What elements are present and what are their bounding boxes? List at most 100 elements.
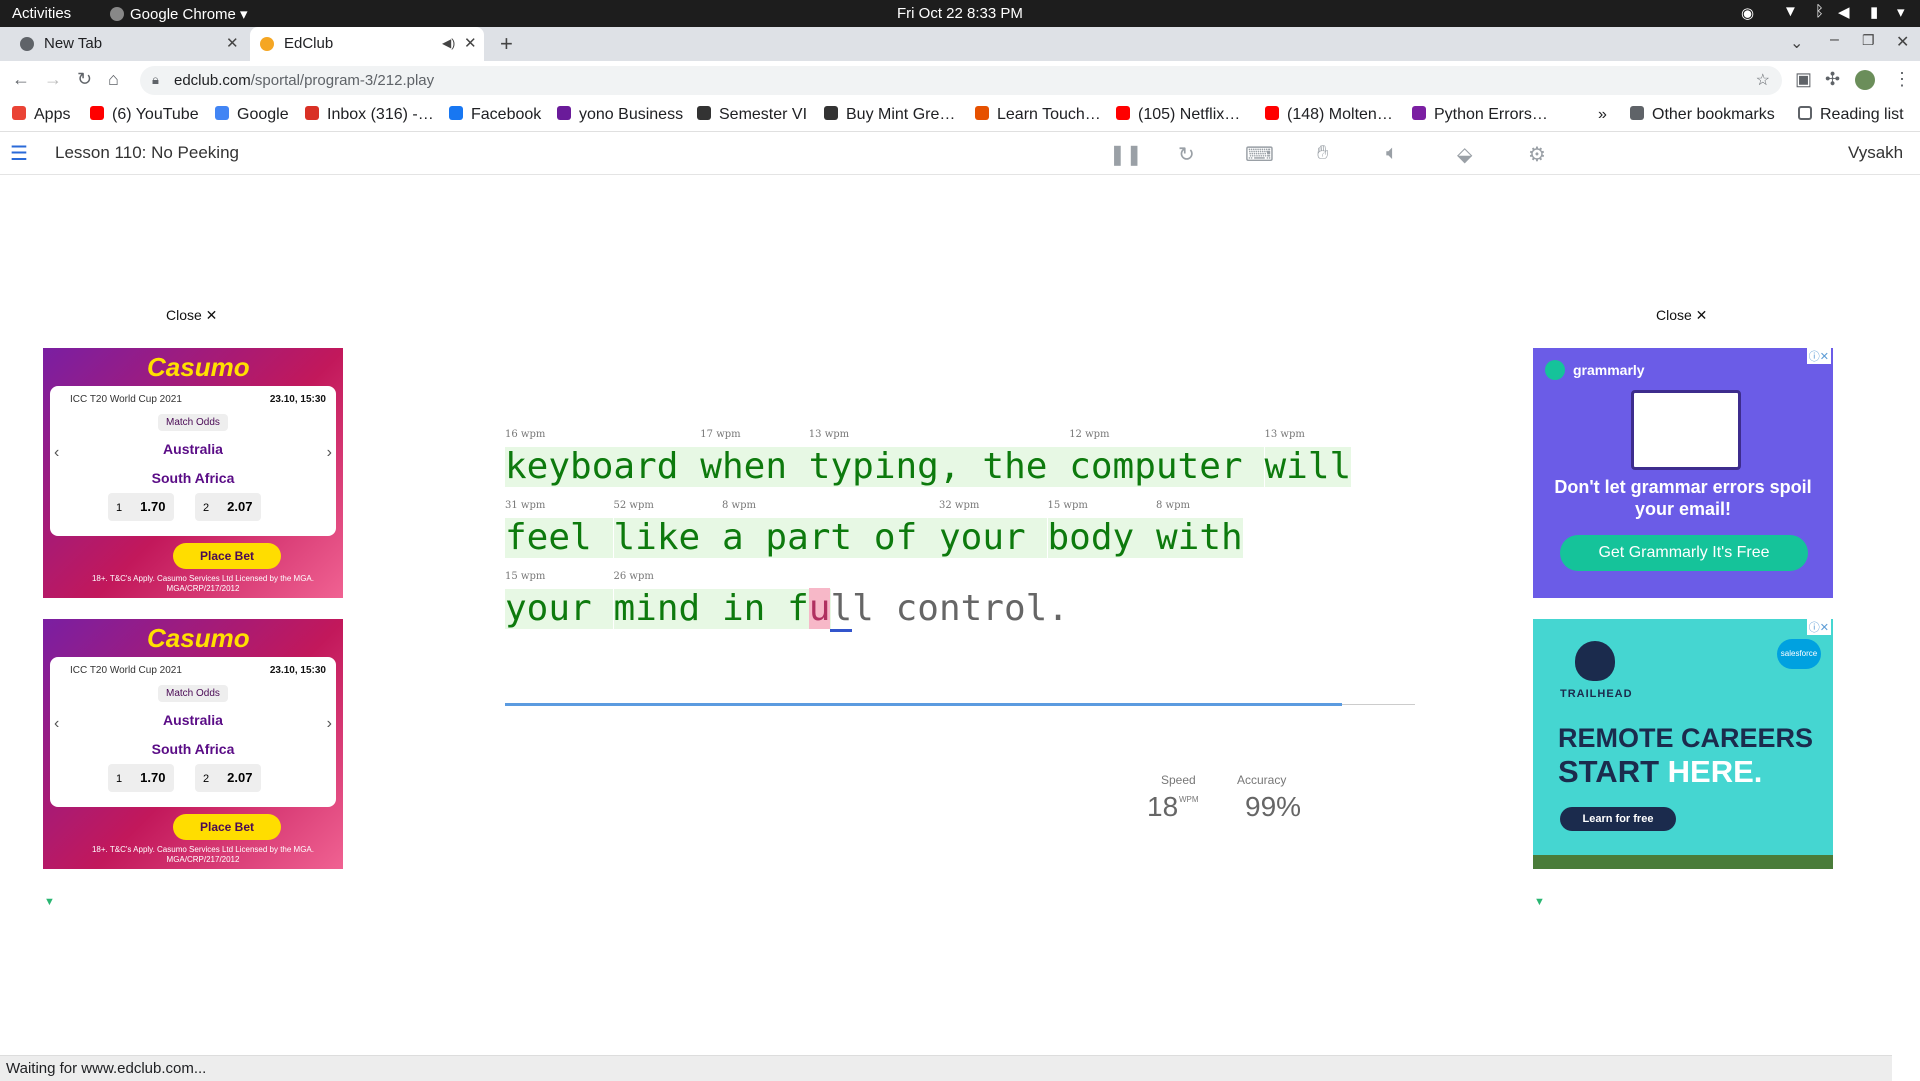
lesson-title: Lesson 110: No Peeking [55,143,239,162]
tab-edclub[interactable]: EdClub ◀) ✕ [250,27,484,61]
back-arrow-icon[interactable]: ← [12,69,30,90]
address-bar[interactable]: 🔒︎ edclub.com/sportal/program-3/212.play… [140,66,1782,95]
close-tab-icon[interactable]: ✕ [464,34,477,52]
learn-for-free-button[interactable]: Learn for free [1560,807,1676,831]
minimize-button[interactable]: – [1830,31,1839,49]
word-wpm-label: 31 wpm [505,500,546,511]
typing-word: your [939,517,1048,558]
hand-icon[interactable]: ✋︎ [1317,142,1328,165]
bookmark-star-icon[interactable]: ☆ [1756,70,1770,90]
hamburger-menu-icon[interactable]: ☰ [10,141,28,166]
paint-bucket-icon[interactable]: ⬙ [1457,142,1472,167]
casumo-ad[interactable]: Casumo ICC T20 World Cup 2021 23.10, 15:… [43,348,343,598]
bookmark-item[interactable]: yono Business [557,106,683,124]
bookmark-item[interactable]: Inbox (316) -… [305,106,434,124]
wifi-icon[interactable]: ▼ [1783,3,1798,20]
typing-word: with [1156,517,1243,558]
forward-arrow-icon[interactable]: → [44,69,62,90]
close-window-button[interactable]: ✕ [1896,32,1909,52]
other-bookmarks[interactable]: Other bookmarks [1630,106,1775,124]
landscape-strip [1533,855,1833,869]
settings-gear-icon[interactable]: ⚙ [1528,142,1546,167]
tab-title: EdClub [284,35,334,52]
pause-icon[interactable]: ❚❚ [1109,142,1143,167]
bookmark-item[interactable]: Google [215,106,289,124]
reload-icon[interactable]: ↻ [77,69,92,90]
close-ad-left[interactable]: Close ✕ [166,307,217,324]
odd-2-button[interactable]: 2 2.07 [195,493,261,521]
sound-icon[interactable]: 🔈︎ [1386,142,1398,165]
bookmark-item[interactable]: Buy Mint Gre… [824,106,955,124]
next-arrow-icon[interactable]: › [327,444,332,462]
clock[interactable]: Fri Oct 22 8:33 PM [897,5,1023,22]
ad-info-icon[interactable]: ⓘ✕ [1806,619,1831,635]
odd-1-label: 1 [116,502,123,514]
prev-arrow-icon[interactable]: ‹ [54,715,59,733]
bookmark-item[interactable]: (6) YouTube [90,106,199,124]
edclub-favicon-icon [260,37,274,51]
close-ad-right[interactable]: Close ✕ [1656,307,1707,324]
profile-avatar[interactable] [1855,70,1875,90]
bookmark-item[interactable]: Learn Touch… [975,106,1101,124]
place-bet-button[interactable]: Place Bet [173,543,281,569]
casumo-logo: Casumo [147,352,250,382]
user-name[interactable]: Vysakh [1848,143,1903,163]
speed-unit: WPM [1179,795,1199,804]
power-menu-icon[interactable]: ▾ [1897,3,1905,21]
extensions-puzzle-icon[interactable]: ✣ [1825,69,1840,90]
ad-choices-icon[interactable]: ▼ [1534,896,1545,908]
odd-1-button[interactable]: 1 1.70 [108,493,174,521]
tab-audio-icon[interactable]: ◀) [442,36,455,50]
battery-icon[interactable]: ▮ [1870,3,1878,21]
activities-button[interactable]: Activities [12,5,71,22]
grammarly-ad[interactable]: grammarly ⓘ✕ Don't let grammar errors sp… [1533,348,1833,598]
bookmark-label: Facebook [471,106,542,123]
reading-list-icon [1798,106,1812,120]
bookmarks-bar: Apps (6) YouTube Google Inbox (316) -… Faceb… [0,99,1920,132]
word-wpm-label: 26 wpm [613,571,654,582]
close-tab-icon[interactable]: ✕ [226,34,239,52]
reading-list[interactable]: Reading list [1798,106,1904,124]
bookmark-favicon-icon [1116,106,1130,120]
restore-button[interactable]: ❐ [1862,32,1875,49]
active-app-menu[interactable]: Google Chrome ▾ [110,5,248,23]
keyboard-icon[interactable]: ⌨ [1245,142,1274,167]
volume-icon[interactable]: ◀ [1838,3,1850,21]
chrome-tray-icon[interactable]: ◉ [1741,4,1754,22]
bluetooth-icon[interactable]: ᛒ [1815,3,1824,20]
accuracy-value: 99% [1245,791,1302,822]
bookmarks-overflow-button[interactable]: » [1598,106,1607,124]
odd-1-label: 1 [116,773,123,785]
odd-2-button[interactable]: 2 2.07 [195,764,261,792]
tab-new-tab[interactable]: New Tab ✕ [10,27,246,61]
prev-arrow-icon[interactable]: ‹ [54,444,59,462]
extension-icon[interactable]: ▣ [1795,69,1812,90]
ad-choices-icon[interactable]: ▼ [44,896,55,908]
bookmark-item[interactable]: (148) Molten… [1265,106,1393,124]
bookmark-favicon-icon [90,106,104,120]
ad-info-icon[interactable]: ⓘ✕ [1806,348,1831,364]
bookmark-favicon-icon [1412,106,1426,120]
bookmark-item[interactable]: Facebook [449,106,541,124]
typing-line: 15 wpm your 26 wpm mind in full control. [505,571,1415,632]
bookmark-item[interactable]: Python Errors… [1412,106,1548,124]
get-grammarly-button[interactable]: Get Grammarly It's Free [1560,535,1808,571]
typing-area[interactable]: 16 wpm keyboard 17 wpm when 13 wpm typing, … [505,429,1415,730]
bookmark-item[interactable]: (105) Netflix… [1116,106,1240,124]
bookmark-item[interactable]: Semester VI [697,106,807,124]
odd-1-button[interactable]: 1 1.70 [108,764,174,792]
casumo-ad[interactable]: Casumo ICC T20 World Cup 2021 23.10, 15:… [43,619,343,869]
home-icon[interactable]: ⌂ [108,69,119,90]
next-arrow-icon[interactable]: › [327,715,332,733]
word-wpm-label: 32 wpm [939,500,980,511]
new-tab-button[interactable]: + [500,31,513,57]
bookmark-label: Python Errors… [1434,106,1548,123]
trailhead-ad[interactable]: TRAILHEAD salesforce ⓘ✕ REMOTE CAREERS S… [1533,619,1833,869]
bookmark-item[interactable]: Apps [12,106,70,124]
chrome-menu-icon[interactable]: ⋮ [1893,69,1911,90]
word-wpm-label: 8 wpm [1156,500,1190,511]
restart-icon[interactable]: ↻ [1178,142,1195,167]
place-bet-button[interactable]: Place Bet [173,814,281,840]
tab-search-icon[interactable]: ⌄ [1790,33,1803,53]
typing-word: part [765,517,874,558]
